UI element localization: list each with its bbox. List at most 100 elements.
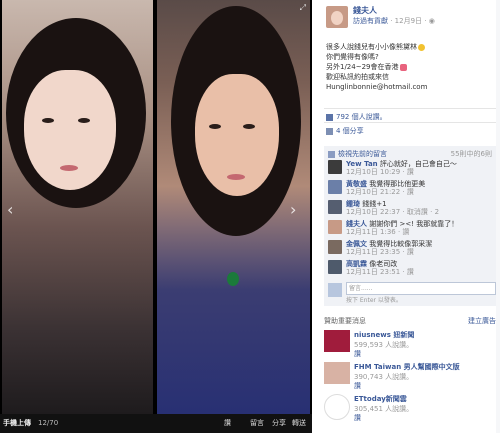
commenter-avatar[interactable] <box>328 260 342 274</box>
photo-counter: 12/70 <box>38 419 59 427</box>
photo-viewer: ‹ › ⤢ 手機上傳 12/70 讚 留言 分享 轉送 <box>0 0 312 433</box>
album-link[interactable]: 手機上傳 <box>3 414 31 433</box>
likes-count[interactable]: 792 個人說讚。 <box>336 113 387 121</box>
comment-input[interactable]: 留言...... <box>346 282 496 295</box>
expand-icon[interactable]: ⤢ <box>300 3 306 13</box>
fhm-logo[interactable] <box>324 362 350 384</box>
view-previous-comments[interactable]: 檢視先前的留言 <box>328 149 387 159</box>
likes-row[interactable]: 792 個人說讚。 <box>326 112 387 122</box>
sponsor-name[interactable]: ETtoday新聞雲 <box>354 394 407 404</box>
photo-right <box>157 0 310 414</box>
sponsor-name[interactable]: niusnews 妞新聞 <box>354 330 414 340</box>
author-name[interactable]: 錢夫人 <box>353 5 377 16</box>
comment-meta: 12月10日 22:37 · 取消讚 · 2 <box>346 208 440 216</box>
caption-line: 你們覺得有像嗎? <box>326 53 379 61</box>
caption-line: 歡迎私訊約拍或來信 <box>326 73 389 81</box>
sponsor-like-button[interactable]: 讚 <box>354 413 361 423</box>
comment-text: 我覺得那比他更美 <box>369 180 426 188</box>
comment-meta: 12月11日 23:35 · 讚 <box>346 248 414 256</box>
sponsored-item[interactable]: niusnews 妞新聞 599,593 人說讚。 讚 <box>324 328 496 358</box>
share-action[interactable]: 分享 <box>272 414 286 433</box>
comment-meta: 12月10日 21:22 · 讚 <box>346 188 414 196</box>
sponsored-title: 贊助重要消息 <box>324 317 366 325</box>
comment-item: 高凱霖 像老司改 12月11日 23:51 · 讚 <box>328 260 494 279</box>
commenter-name[interactable]: 黃敬盛 <box>346 180 367 188</box>
sponsor-likes: 390,743 人說讚。 <box>354 373 414 381</box>
comment-compose: 留言...... 按下 Enter 以發表。 <box>328 282 496 304</box>
commenter-name[interactable]: 金佩文 <box>346 240 367 248</box>
commenter-avatar[interactable] <box>328 200 342 214</box>
commenter-name[interactable]: 鍾琦 <box>346 200 360 208</box>
pendant-shape <box>227 272 239 286</box>
post-source[interactable]: 訪過有貢獻 <box>353 17 388 25</box>
commenter-avatar[interactable] <box>328 180 342 194</box>
niusnews-logo[interactable] <box>324 330 350 352</box>
comment-action[interactable]: 留言 <box>250 414 264 433</box>
comment-text: 像老司改 <box>369 260 398 268</box>
commenter-name[interactable]: Yew Tan <box>346 160 378 168</box>
caption-line: 很多人說錢兒有小小像熊黛林 <box>326 43 417 51</box>
sponsor-name[interactable]: FHM Taiwan 男人幫國際中文版 <box>354 362 460 372</box>
eye-left <box>42 118 54 123</box>
comment-item: 鍾琦 錢錢+1 12月10日 22:37 · 取消讚 · 2 <box>328 200 494 219</box>
divider <box>324 122 496 123</box>
sponsor-like-button[interactable]: 讚 <box>354 381 361 391</box>
viewer-bar: 手機上傳 12/70 讚 留言 分享 轉送 <box>0 414 312 433</box>
globe-icon: ◉ <box>428 17 435 25</box>
commenter-avatar[interactable] <box>328 220 342 234</box>
shares-count[interactable]: 4 個分享 <box>336 127 364 135</box>
comment-text: 我覺得比較像郭采潔 <box>369 240 433 248</box>
comment-text: 錢錢+1 <box>362 200 387 208</box>
comment-meta: 12月10日 10:29 · 讚 <box>346 168 414 176</box>
author-avatar[interactable] <box>326 6 348 28</box>
enter-hint: 按下 Enter 以發表。 <box>346 297 402 304</box>
comment-text: 謝謝你們 ><! 我那就靠了！ <box>369 220 459 228</box>
thumbs-up-icon <box>326 113 333 121</box>
photo-left <box>2 0 153 414</box>
previous-count: 55則中的6則 <box>450 150 492 158</box>
post-meta: 訪過有貢獻 · 12月9日 · ◉ <box>353 16 435 26</box>
comment-icon <box>328 150 335 158</box>
comment-item: Yew Tan 評心就好，自己會自己～ 12月10日 10:29 · 讚 <box>328 160 494 179</box>
comments-section: 檢視先前的留言 55則中的6則 Yew Tan 評心就好，自己會自己～ 12月10… <box>324 146 496 306</box>
viewer-avatar <box>328 283 342 297</box>
comment-meta: 12月11日 1:36 · 讚 <box>346 228 410 236</box>
create-ad-link[interactable]: 建立廣告 <box>468 316 496 326</box>
sponsor-likes: 599,593 人說讚。 <box>354 341 414 349</box>
post-date: · 12月9日 · <box>390 17 427 25</box>
caption-email[interactable]: Hunglinbonnie@hotmail.com <box>326 82 494 92</box>
eye-right <box>78 118 90 123</box>
commenter-name[interactable]: 高凱霖 <box>346 260 367 268</box>
like-action[interactable]: 讚 <box>224 414 231 433</box>
commenter-avatar[interactable] <box>328 160 342 174</box>
heart-emoji-icon <box>399 63 407 71</box>
smile-emoji-icon <box>418 43 425 51</box>
sponsored-item[interactable]: FHM Taiwan 男人幫國際中文版 390,743 人說讚。 讚 <box>324 360 496 390</box>
comment-meta: 12月11日 23:51 · 讚 <box>346 268 414 276</box>
caption-line: 另外1/24~29會在香港 <box>326 63 399 71</box>
photo-caption: 很多人說錢兒有小小像熊黛林 你們覺得有像嗎? 另外1/24~29會在香港 歡迎私… <box>326 42 494 92</box>
comment-item: 黃敬盛 我覺得那比他更美 12月10日 21:22 · 讚 <box>328 180 494 199</box>
comment-text: 評心就好，自己會自己～ <box>379 160 457 168</box>
comment-item: 錢夫人 謝謝你們 ><! 我那就靠了！ 12月11日 1:36 · 讚 <box>328 220 494 239</box>
eye-left <box>209 124 221 129</box>
ettoday-logo[interactable] <box>324 394 350 420</box>
next-arrow-icon[interactable]: › <box>290 200 296 219</box>
previous-arrow-icon[interactable]: ‹ <box>7 200 13 219</box>
lips <box>60 165 78 171</box>
details-panel: 錢夫人 訪過有貢獻 · 12月9日 · ◉ 很多人說錢兒有小小像熊黛林 你們覺得… <box>316 0 500 433</box>
lips <box>227 174 245 180</box>
eye-right <box>243 124 255 129</box>
sponsor-likes: 305,451 人說讚。 <box>354 405 414 413</box>
face-shape <box>24 70 116 190</box>
comment-item: 金佩文 我覺得比較像郭采潔 12月11日 23:35 · 讚 <box>328 240 494 259</box>
panel-edge <box>496 0 500 433</box>
shares-row[interactable]: 4 個分享 <box>326 126 364 136</box>
forward-action[interactable]: 轉送 <box>292 414 306 433</box>
sponsor-like-button[interactable]: 讚 <box>354 349 361 359</box>
commenter-name[interactable]: 錢夫人 <box>346 220 367 228</box>
share-icon <box>326 127 333 135</box>
commenter-avatar[interactable] <box>328 240 342 254</box>
divider <box>324 108 496 109</box>
sponsored-item[interactable]: ETtoday新聞雲 305,451 人說讚。 讚 <box>324 392 496 422</box>
